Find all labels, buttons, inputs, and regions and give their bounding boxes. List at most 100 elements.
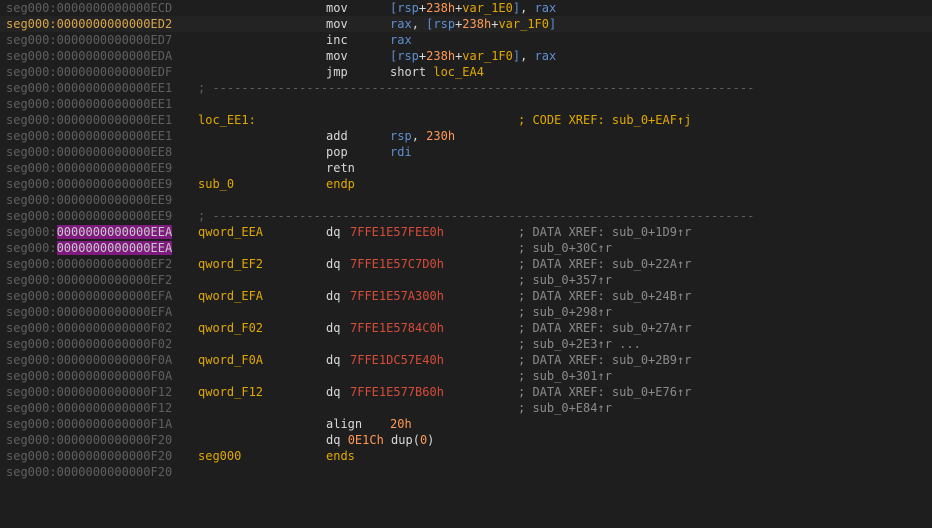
address[interactable]: seg000:0000000000000EF2	[6, 272, 172, 288]
segment-prefix: seg000:	[6, 225, 57, 239]
data-xref-comment[interactable]: ; sub_0+2E3↑r ...	[518, 336, 641, 352]
dup-count: 0E1Ch	[347, 433, 384, 447]
data-xref-comment[interactable]: ; DATA XREF: sub_0+22A↑r	[518, 256, 691, 272]
listing-line[interactable]: seg000:0000000000000EDF jmp short loc_EA…	[0, 64, 932, 80]
address-hex: 0000000000000EE9	[56, 177, 173, 191]
mnemonic: add	[326, 129, 348, 143]
listing-line-current[interactable]: seg000:0000000000000ED2 mov rax, [rsp+23…	[0, 16, 932, 32]
segment-label[interactable]: seg000	[198, 448, 241, 464]
listing-line[interactable]: seg000:0000000000000F20 seg000 ends	[0, 448, 932, 464]
address[interactable]: seg000:0000000000000EE1	[6, 96, 172, 112]
jump-target-link[interactable]: loc_EA4	[433, 65, 484, 79]
address[interactable]: seg000:0000000000000ED7	[6, 32, 172, 48]
data-label[interactable]: qword_F0A	[198, 352, 263, 368]
disassembly-listing[interactable]: seg000:0000000000000ECD mov [rsp+238h+va…	[0, 0, 932, 479]
listing-line[interactable]: seg000:0000000000000ED7 inc rax	[0, 32, 932, 48]
stack-var[interactable]: var_1E0	[462, 1, 513, 15]
data-label[interactable]: qword_EEA	[198, 224, 263, 240]
data-xref-comment[interactable]: ; DATA XREF: sub_0+27A↑r	[518, 320, 691, 336]
listing-line[interactable]: seg000:0000000000000F12 ; sub_0+E84↑r	[0, 400, 932, 416]
listing-line[interactable]: seg000:0000000000000F02 qword_F02 dq 7FF…	[0, 320, 932, 336]
data-label[interactable]: qword_F02	[198, 320, 263, 336]
listing-line[interactable]: seg000:0000000000000EE1	[0, 96, 932, 112]
address[interactable]: seg000:0000000000000F02	[6, 336, 172, 352]
address[interactable]: seg000:0000000000000F0A	[6, 352, 172, 368]
data-xref-comment[interactable]: ; sub_0+30C↑r	[518, 240, 612, 256]
code-xref-comment[interactable]: ; CODE XREF: sub_0+EAF↑j	[518, 112, 691, 128]
listing-line[interactable]: seg000:0000000000000F1A align 20h	[0, 416, 932, 432]
listing-line[interactable]: seg000:0000000000000F0A ; sub_0+301↑r	[0, 368, 932, 384]
address[interactable]: seg000:0000000000000EF2	[6, 256, 172, 272]
data-label[interactable]: qword_EF2	[198, 256, 263, 272]
listing-line[interactable]: seg000:0000000000000EE1 add rsp, 230h	[0, 128, 932, 144]
listing-line[interactable]: seg000:0000000000000EF2 qword_EF2 dq 7FF…	[0, 256, 932, 272]
listing-line[interactable]: seg000:0000000000000F20 dq 0E1Ch dup(0)	[0, 432, 932, 448]
listing-line[interactable]: seg000:0000000000000F12 qword_F12 dq 7FF…	[0, 384, 932, 400]
stack-var[interactable]: var_1F0	[498, 17, 549, 31]
address-selected[interactable]: seg000:0000000000000ED2	[6, 16, 172, 32]
address[interactable]: seg000:0000000000000EE1	[6, 80, 172, 96]
listing-line[interactable]: seg000:0000000000000EE1 ; --------------…	[0, 80, 932, 96]
listing-line[interactable]: seg000:0000000000000EEA ; sub_0+30C↑r	[0, 240, 932, 256]
address[interactable]: seg000:0000000000000ECD	[6, 0, 172, 16]
address[interactable]: seg000:0000000000000F0A	[6, 368, 172, 384]
address[interactable]: seg000:0000000000000F20	[6, 432, 172, 448]
address[interactable]: seg000:0000000000000F12	[6, 400, 172, 416]
address[interactable]: seg000:0000000000000EE9	[6, 176, 172, 192]
operands: short loc_EA4	[390, 65, 484, 79]
code-label[interactable]: loc_EE1:	[198, 112, 256, 128]
data-label[interactable]: qword_EFA	[198, 288, 263, 304]
data-xref-comment[interactable]: ; sub_0+298↑r	[518, 304, 612, 320]
address[interactable]: seg000:0000000000000EE1	[6, 128, 172, 144]
address[interactable]: seg000:0000000000000EFA	[6, 304, 172, 320]
address-hex: 0000000000000EF2	[56, 273, 173, 287]
listing-line[interactable]: seg000:0000000000000F0A qword_F0A dq 7FF…	[0, 352, 932, 368]
address[interactable]: seg000:0000000000000F12	[6, 384, 172, 400]
data-xref-comment[interactable]: ; DATA XREF: sub_0+E76↑r	[518, 384, 691, 400]
address[interactable]: seg000:0000000000000EEA	[6, 240, 173, 256]
data-xref-comment[interactable]: ; DATA XREF: sub_0+24B↑r	[518, 288, 691, 304]
address[interactable]: seg000:0000000000000EE9	[6, 160, 172, 176]
segment-prefix: seg000:	[6, 257, 57, 271]
mnemonic: mov	[326, 49, 348, 63]
function-label[interactable]: sub_0	[198, 176, 234, 192]
listing-line[interactable]: seg000:0000000000000EE9 retn	[0, 160, 932, 176]
data-xref-comment[interactable]: ; sub_0+357↑r	[518, 272, 612, 288]
address[interactable]: seg000:0000000000000EE1	[6, 112, 172, 128]
address[interactable]: seg000:0000000000000F1A	[6, 416, 172, 432]
data-xref-comment[interactable]: ; sub_0+301↑r	[518, 368, 612, 384]
segment-prefix: seg000:	[6, 289, 57, 303]
data-xref-comment[interactable]: ; sub_0+E84↑r	[518, 400, 612, 416]
data-xref-comment[interactable]: ; DATA XREF: sub_0+2B9↑r	[518, 352, 691, 368]
listing-line[interactable]: seg000:0000000000000EFA qword_EFA dq 7FF…	[0, 288, 932, 304]
segment-prefix: seg000:	[6, 449, 57, 463]
address[interactable]: seg000:0000000000000EDF	[6, 64, 172, 80]
listing-line[interactable]: seg000:0000000000000EE9 sub_0 endp	[0, 176, 932, 192]
address[interactable]: seg000:0000000000000EDA	[6, 48, 172, 64]
listing-line[interactable]: seg000:0000000000000EE9 ; --------------…	[0, 208, 932, 224]
listing-line[interactable]: seg000:0000000000000EE9	[0, 192, 932, 208]
listing-line[interactable]: seg000:0000000000000EDA mov [rsp+238h+va…	[0, 48, 932, 64]
data-label[interactable]: qword_F12	[198, 384, 263, 400]
mnemonic: jmp	[326, 65, 348, 79]
listing-line[interactable]: seg000:0000000000000ECD mov [rsp+238h+va…	[0, 0, 932, 16]
address-hex: 0000000000000EE9	[56, 209, 173, 223]
listing-line[interactable]: seg000:0000000000000EFA ; sub_0+298↑r	[0, 304, 932, 320]
listing-line[interactable]: seg000:0000000000000EEA qword_EEA dq 7FF…	[0, 224, 932, 240]
listing-line[interactable]: seg000:0000000000000EE8 pop rdi	[0, 144, 932, 160]
address[interactable]: seg000:0000000000000EE9	[6, 192, 172, 208]
address[interactable]: seg000:0000000000000EE8	[6, 144, 172, 160]
stack-var[interactable]: var_1F0	[462, 49, 513, 63]
address[interactable]: seg000:0000000000000EFA	[6, 288, 172, 304]
address-hex: 0000000000000EE1	[56, 129, 173, 143]
listing-line[interactable]: seg000:0000000000000EE1 loc_EE1: ; CODE …	[0, 112, 932, 128]
data-xref-comment[interactable]: ; DATA XREF: sub_0+1D9↑r	[518, 224, 691, 240]
address[interactable]: seg000:0000000000000F02	[6, 320, 172, 336]
address-hex: 0000000000000F20	[56, 465, 173, 479]
address[interactable]: seg000:0000000000000EE9	[6, 208, 172, 224]
listing-line[interactable]: seg000:0000000000000F02 ; sub_0+2E3↑r ..…	[0, 336, 932, 352]
address[interactable]: seg000:0000000000000F20	[6, 448, 172, 464]
address[interactable]: seg000:0000000000000EEA	[6, 224, 173, 240]
mnemonic: dq	[326, 257, 341, 271]
listing-line[interactable]: seg000:0000000000000EF2 ; sub_0+357↑r	[0, 272, 932, 288]
